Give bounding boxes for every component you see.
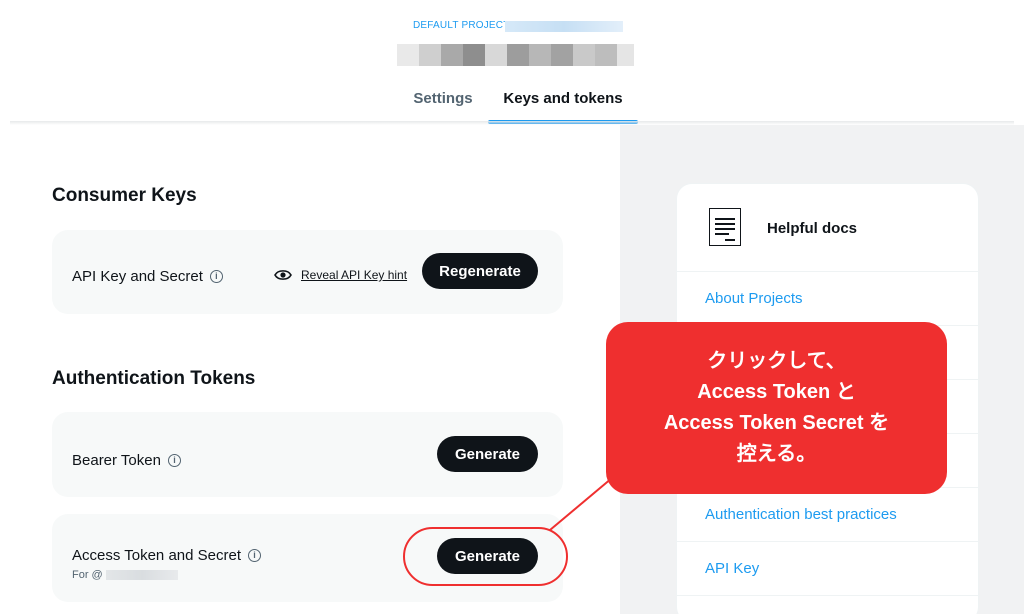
annotation-callout: クリックして、 Access Token と Access Token Secr… bbox=[606, 322, 947, 494]
tab-keys-and-tokens[interactable]: Keys and tokens bbox=[488, 82, 638, 124]
regenerate-button[interactable]: Regenerate bbox=[422, 253, 538, 289]
page-header: DEFAULT PROJECT- Settings Keys and token… bbox=[0, 0, 1024, 124]
access-label-group: Access Token and Secret i bbox=[72, 547, 261, 564]
annotation-highlight-circle bbox=[403, 527, 568, 586]
info-icon[interactable]: i bbox=[209, 270, 223, 283]
app-name-redacted bbox=[397, 44, 634, 66]
tab-keys-label: Keys and tokens bbox=[503, 90, 623, 107]
reveal-api-key-hint[interactable]: Reveal API Key hint bbox=[274, 268, 407, 282]
api-key-label-group: API Key and Secret i bbox=[72, 268, 223, 285]
helpful-docs-header: Helpful docs bbox=[677, 184, 978, 272]
generate-bearer-button[interactable]: Generate bbox=[437, 436, 538, 472]
api-key-label: API Key and Secret bbox=[72, 268, 203, 285]
doc-link-about-projects[interactable]: About Projects bbox=[677, 272, 978, 326]
info-icon[interactable]: i bbox=[247, 549, 261, 562]
account-handle: For @ bbox=[72, 569, 178, 581]
callout-line-2: Access Token と bbox=[697, 381, 856, 403]
handle-redacted bbox=[105, 570, 178, 580]
doc-link-auth-best-practices[interactable]: Authentication best practices bbox=[677, 488, 978, 542]
tab-settings-label: Settings bbox=[413, 90, 473, 107]
callout-line-4: 控える。 bbox=[736, 443, 817, 465]
document-icon bbox=[709, 208, 741, 246]
callout-line-1: クリックして、 bbox=[707, 350, 846, 372]
tab-bar: Settings Keys and tokens bbox=[398, 82, 638, 124]
auth-tokens-heading: Authentication Tokens bbox=[52, 368, 256, 389]
access-token-label: Access Token and Secret bbox=[72, 547, 241, 564]
tab-settings[interactable]: Settings bbox=[398, 82, 488, 124]
doc-link-api-key[interactable]: API Key bbox=[677, 542, 978, 596]
info-icon[interactable]: i bbox=[167, 454, 181, 467]
bearer-token-label: Bearer Token bbox=[72, 452, 161, 469]
api-key-card: API Key and Secret i Reveal API Key hint… bbox=[52, 230, 563, 314]
callout-line-3: Access Token Secret を bbox=[663, 412, 890, 434]
eye-icon bbox=[274, 270, 292, 280]
reveal-link-text: Reveal API Key hint bbox=[301, 268, 408, 282]
bearer-label-group: Bearer Token i bbox=[72, 452, 181, 469]
bearer-token-card: Bearer Token i Generate bbox=[52, 412, 563, 497]
project-label: DEFAULT PROJECT- bbox=[413, 20, 513, 31]
helpful-docs-title: Helpful docs bbox=[767, 220, 858, 237]
for-prefix: For @ bbox=[72, 569, 103, 581]
consumer-keys-heading: Consumer Keys bbox=[52, 185, 197, 206]
project-id-redacted bbox=[505, 21, 623, 32]
